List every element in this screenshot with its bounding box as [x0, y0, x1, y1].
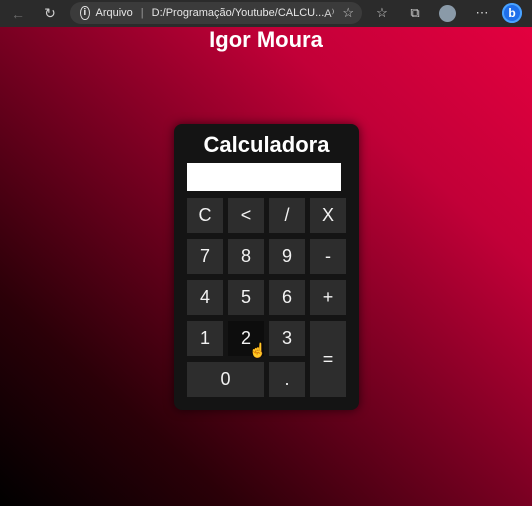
address-separator: | [140, 7, 144, 19]
minus-button[interactable]: - [310, 239, 346, 274]
add-favorite-icon[interactable]: ☆ [342, 5, 354, 21]
equals-button[interactable]: = [310, 321, 346, 397]
calculator-panel: Calculadora C < / X 7 8 9 - 4 5 6 + 1 2 … [174, 124, 359, 410]
backspace-button[interactable]: < [228, 198, 264, 233]
profile-avatar-icon[interactable] [439, 5, 456, 22]
multiply-button[interactable]: X [310, 198, 346, 233]
url-text[interactable]: D:/Programação/Youtube/CALCU... [152, 7, 325, 19]
plus-button[interactable]: + [310, 280, 346, 315]
seven-button[interactable]: 7 [187, 239, 223, 274]
clear-button[interactable]: C [187, 198, 223, 233]
author-heading: Igor Moura [209, 27, 323, 52]
zero-button[interactable]: 0 [187, 362, 264, 397]
calculator-title: Calculadora [203, 132, 330, 157]
protocol-label: Arquivo [95, 7, 133, 19]
six-button[interactable]: 6 [269, 280, 305, 315]
four-button[interactable]: 4 [187, 280, 223, 315]
collections-icon[interactable]: ⧉ [405, 3, 425, 23]
two-button[interactable]: 2 [228, 321, 264, 356]
refresh-icon[interactable]: ↻ [39, 3, 61, 25]
page-content: Igor Moura Calculadora C < / X 7 8 9 - 4… [0, 27, 532, 506]
five-button[interactable]: 5 [228, 280, 264, 315]
back-arrow-icon[interactable]: ← [7, 3, 29, 25]
calculator-display[interactable] [187, 163, 341, 191]
one-button[interactable]: 1 [187, 321, 223, 356]
three-button[interactable]: 3 [269, 321, 305, 356]
favorites-icon[interactable]: ☆ [372, 3, 392, 23]
more-icon[interactable]: ⋯ [472, 3, 492, 23]
bing-icon[interactable]: b [502, 3, 522, 23]
divide-button[interactable]: / [269, 198, 305, 233]
browser-toolbar: ← ↻ i Arquivo | D:/Programação/Youtube/C… [0, 0, 532, 27]
address-bar[interactable]: i Arquivo | D:/Programação/Youtube/CALCU… [70, 2, 362, 24]
eight-button[interactable]: 8 [228, 239, 264, 274]
nine-button[interactable]: 9 [269, 239, 305, 274]
read-aloud-icon[interactable]: A⁾ [324, 7, 334, 20]
decimal-button[interactable]: . [269, 362, 305, 397]
info-icon[interactable]: i [80, 6, 90, 20]
